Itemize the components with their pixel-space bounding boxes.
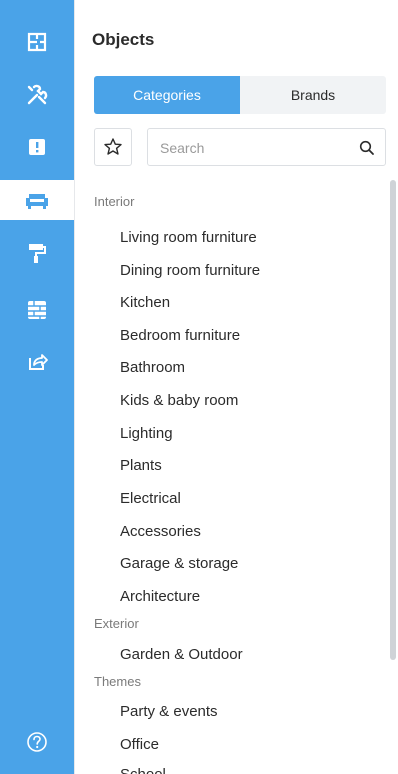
sofa-icon xyxy=(26,194,48,209)
list-item[interactable]: Plants xyxy=(120,457,162,474)
section-header-themes: Themes xyxy=(94,674,141,689)
list-item[interactable]: School xyxy=(120,766,166,774)
search-box xyxy=(147,128,386,167)
list-item[interactable]: Garden & Outdoor xyxy=(120,646,243,663)
list-item[interactable]: Party & events xyxy=(120,703,218,720)
rail-item-info[interactable] xyxy=(0,127,74,167)
star-icon xyxy=(104,138,122,155)
tools-icon xyxy=(27,84,48,105)
list-item[interactable]: Garage & storage xyxy=(120,555,238,572)
search-input[interactable] xyxy=(158,129,352,167)
share-icon xyxy=(29,354,48,370)
list-item[interactable]: Architecture xyxy=(120,588,200,605)
list-item[interactable]: Electrical xyxy=(120,490,181,507)
tab-categories[interactable]: Categories xyxy=(94,76,240,114)
app-window: Objects Categories Brands Interior Livin… xyxy=(0,0,398,774)
rail-item-walls[interactable] xyxy=(0,290,74,330)
list-item[interactable]: Living room furniture xyxy=(120,229,257,246)
help-icon xyxy=(27,732,47,752)
rail-item-tools[interactable] xyxy=(0,75,74,115)
section-header-exterior: Exterior xyxy=(94,616,139,631)
list-item[interactable]: Accessories xyxy=(120,523,201,540)
tab-brands[interactable]: Brands xyxy=(240,76,386,114)
list-item[interactable]: Bathroom xyxy=(120,359,185,376)
category-list: Interior Living room furniture Dining ro… xyxy=(74,186,390,774)
search-icon[interactable] xyxy=(359,140,375,156)
favorites-button[interactable] xyxy=(94,128,132,166)
info-icon xyxy=(29,139,45,155)
scrollbar[interactable] xyxy=(390,180,396,660)
panel-title: Objects xyxy=(92,30,155,49)
section-header-interior: Interior xyxy=(94,194,135,209)
list-item[interactable]: Bedroom furniture xyxy=(120,327,240,344)
rail-item-paint[interactable] xyxy=(0,233,74,273)
rail-item-objects[interactable] xyxy=(0,180,74,220)
list-item[interactable]: Office xyxy=(120,736,159,753)
floor-plan-icon xyxy=(27,32,47,52)
objects-panel: Objects Categories Brands Interior Livin… xyxy=(74,0,398,774)
list-item[interactable]: Kitchen xyxy=(120,294,170,311)
paint-roller-icon xyxy=(29,244,46,263)
list-item[interactable]: Dining room furniture xyxy=(120,262,260,279)
wall-brick-icon xyxy=(28,301,46,319)
list-item[interactable]: Lighting xyxy=(120,425,173,442)
rail-item-floor-plan[interactable] xyxy=(0,22,74,62)
category-brand-toggle: Categories Brands xyxy=(94,76,386,114)
tool-rail xyxy=(0,0,74,774)
list-item[interactable]: Kids & baby room xyxy=(120,392,238,409)
rail-item-help[interactable] xyxy=(0,722,74,762)
rail-item-share[interactable] xyxy=(0,342,74,382)
